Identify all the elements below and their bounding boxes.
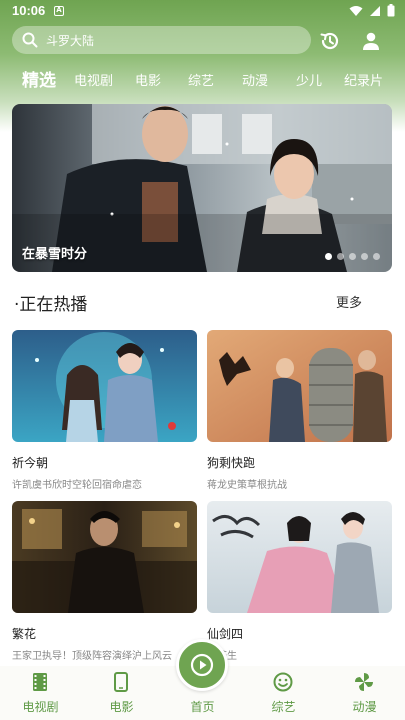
home-button[interactable] <box>176 639 228 691</box>
nav-item-tv[interactable]: 电视剧 <box>0 666 81 720</box>
pinwheel-icon <box>355 673 373 691</box>
poster-image <box>12 501 197 613</box>
banner-dot[interactable] <box>349 253 356 260</box>
banner-dot[interactable] <box>325 253 332 260</box>
notification-a-icon: A <box>54 6 64 16</box>
banner-indicator <box>325 253 380 260</box>
phone-icon <box>114 672 128 692</box>
hero-banner[interactable]: 在暴雪时分 <box>12 104 392 272</box>
tab-selected[interactable]: 精选 <box>22 66 56 91</box>
nav-label: 综艺 <box>271 700 296 714</box>
search-icon <box>22 32 38 48</box>
banner-title: 在暴雪时分 <box>22 247 88 262</box>
nav-label: 电视剧 <box>22 700 59 714</box>
video-card[interactable]: 祈今朝 许凯虞书欣时空轮回宿命虐恋 <box>12 330 197 491</box>
nav-item-variety[interactable]: 综艺 <box>243 666 324 720</box>
video-card[interactable]: 狗剩快跑 蒋龙史策草根抗战 <box>207 330 392 491</box>
history-icon[interactable] <box>319 30 341 52</box>
signal-icon <box>370 5 380 16</box>
nav-label: 动漫 <box>352 700 377 714</box>
user-icon[interactable] <box>360 30 382 52</box>
nav-label: 首页 <box>190 700 215 714</box>
banner-dot[interactable] <box>373 253 380 260</box>
smiley-icon <box>273 672 293 692</box>
nav-item-anime[interactable]: 动漫 <box>324 666 405 720</box>
banner-dot[interactable] <box>337 253 344 260</box>
card-title: 狗剩快跑 <box>207 456 256 470</box>
tab-tv[interactable]: 电视剧 <box>74 70 113 89</box>
card-description: 王家卫执导！顶级阵容演绎沪上风云 <box>12 651 172 662</box>
play-disc-icon <box>190 653 214 677</box>
card-description: 许凯虞书欣时空轮回宿命虐恋 <box>12 480 142 491</box>
more-link[interactable]: 更多 <box>336 292 362 311</box>
section-title: ·正在热播 <box>14 295 88 315</box>
card-description: 护苍生 <box>207 647 392 662</box>
nav-label: 电影 <box>109 700 134 714</box>
battery-icon <box>387 4 395 17</box>
film-strip-icon <box>33 673 47 691</box>
nav-item-movie[interactable]: 电影 <box>81 666 162 720</box>
tab-kids[interactable]: 少儿 <box>296 70 322 89</box>
card-title: 繁花 <box>12 627 37 641</box>
poster-image <box>207 330 392 442</box>
video-card[interactable]: 仙剑四 护苍生 <box>207 501 392 662</box>
video-card[interactable]: 繁花 王家卫执导！顶级阵容演绎沪上风云 <box>12 501 197 662</box>
search-input[interactable]: 斗罗大陆 <box>12 26 311 54</box>
status-bar: 10:06 A <box>0 0 405 22</box>
tab-anime[interactable]: 动漫 <box>242 70 268 89</box>
search-placeholder: 斗罗大陆 <box>46 33 95 48</box>
poster-image <box>207 501 392 613</box>
poster-image <box>12 330 197 442</box>
tab-documentary[interactable]: 纪录片 <box>344 70 383 89</box>
tab-movie[interactable]: 电影 <box>135 70 161 89</box>
card-description: 蒋龙史策草根抗战 <box>207 480 287 491</box>
tab-variety[interactable]: 综艺 <box>188 70 214 89</box>
card-title: 祈今朝 <box>12 456 49 470</box>
status-time: 10:06 <box>12 3 46 18</box>
category-tabs: 精选 电视剧 电影 综艺 动漫 少儿 纪录片 <box>0 64 405 94</box>
wifi-icon <box>349 5 363 16</box>
banner-dot[interactable] <box>361 253 368 260</box>
card-title: 仙剑四 <box>207 627 244 641</box>
